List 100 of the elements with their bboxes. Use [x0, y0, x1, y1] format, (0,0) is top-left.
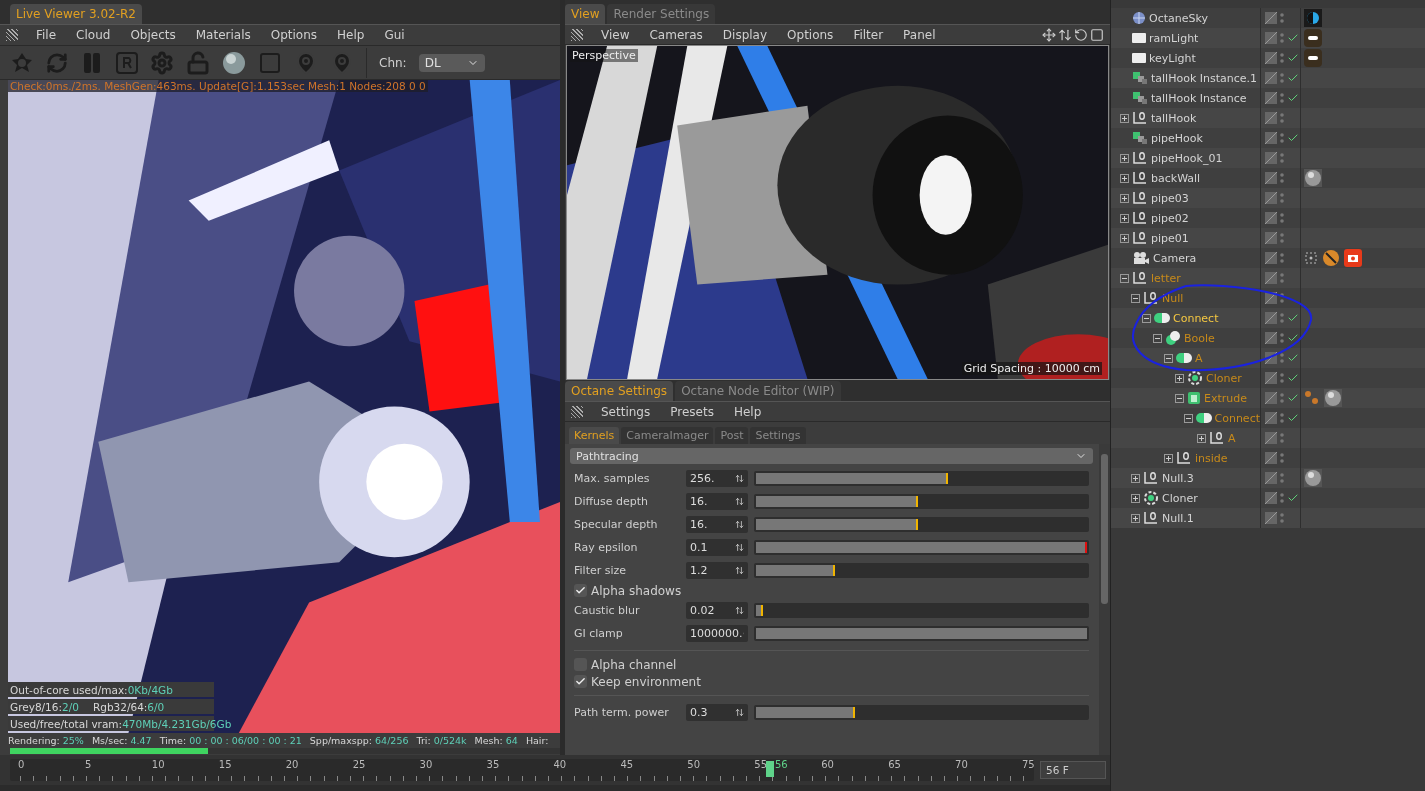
object-row[interactable]: Null.1 [1111, 508, 1425, 528]
settings-tab[interactable]: Kernels [569, 427, 620, 444]
layer-icon[interactable] [1265, 332, 1277, 344]
menu-item[interactable]: Help [725, 404, 770, 419]
number-field[interactable]: 1000000. [686, 625, 748, 642]
layer-icon[interactable] [1265, 172, 1277, 184]
object-row[interactable]: inside [1111, 448, 1425, 468]
layer-icon[interactable] [1265, 372, 1277, 384]
layer-icon[interactable] [1265, 12, 1277, 24]
expander-icon[interactable] [1164, 453, 1173, 463]
object-row[interactable]: pipe03 [1111, 188, 1425, 208]
number-field[interactable]: 0.3 [686, 704, 748, 721]
layer-icon[interactable] [1265, 312, 1277, 324]
check-icon[interactable] [1287, 72, 1299, 84]
check-icon[interactable] [1287, 52, 1299, 64]
grip-icon[interactable] [571, 405, 583, 418]
expander-icon[interactable] [1183, 413, 1193, 423]
dots-icon[interactable] [1280, 292, 1284, 304]
layer-icon[interactable] [1265, 232, 1277, 244]
dots-icon[interactable] [1280, 332, 1284, 344]
panel-tab[interactable]: Live Viewer 3.02-R2 [10, 4, 142, 24]
spinner-icon[interactable] [735, 520, 744, 529]
expander-icon[interactable] [1120, 113, 1129, 123]
layer-icon[interactable] [1265, 72, 1277, 84]
checkbox[interactable] [574, 675, 587, 688]
dots-icon[interactable] [1280, 52, 1284, 64]
kernel-dropdown[interactable]: Pathtracing [570, 448, 1093, 464]
object-row[interactable]: pipe02 [1111, 208, 1425, 228]
slider-track[interactable] [754, 603, 1089, 618]
layer-icon[interactable] [1265, 212, 1277, 224]
dots-icon[interactable] [1280, 392, 1284, 404]
dots-icon[interactable] [1280, 172, 1284, 184]
object-row[interactable]: Null [1111, 288, 1425, 308]
slider-marker[interactable] [833, 565, 836, 576]
slider-marker[interactable] [945, 473, 948, 484]
layer-icon[interactable] [1265, 392, 1277, 404]
spinner-icon[interactable] [735, 474, 744, 483]
object-row[interactable]: Connect [1111, 408, 1425, 428]
check-icon[interactable] [1287, 492, 1299, 504]
object-row[interactable]: Null.3 [1111, 468, 1425, 488]
menu-item[interactable]: File [28, 28, 65, 42]
menu-item[interactable]: Cloud [68, 28, 119, 42]
check-icon[interactable] [1287, 32, 1299, 44]
unlock-icon[interactable] [186, 50, 210, 75]
layer-icon[interactable] [1265, 32, 1277, 44]
object-row[interactable]: Cloner [1111, 488, 1425, 508]
layer-icon[interactable] [1265, 252, 1277, 264]
dots-icon[interactable] [1280, 192, 1284, 204]
settings-tab[interactable]: CameraImager [621, 427, 714, 444]
expander-icon[interactable] [1120, 153, 1129, 163]
layer-icon[interactable] [1265, 512, 1277, 524]
dots-icon[interactable] [1280, 232, 1284, 244]
dots-icon[interactable] [1280, 372, 1284, 384]
number-field[interactable]: 256. [686, 470, 748, 487]
dots-icon[interactable] [1280, 352, 1284, 364]
object-row[interactable]: Boole [1111, 328, 1425, 348]
checkbox[interactable] [574, 584, 587, 597]
dots-icon[interactable] [1280, 72, 1284, 84]
spinner-icon[interactable] [735, 497, 744, 506]
spinner-icon[interactable] [735, 566, 744, 575]
layer-icon[interactable] [1265, 452, 1277, 464]
panel-tab[interactable]: View [565, 4, 606, 24]
check-icon[interactable] [1287, 92, 1299, 104]
timeline-ruler[interactable] [10, 759, 1034, 781]
settings-tab[interactable]: Settings [750, 427, 806, 444]
arrow-up-down-icon[interactable] [1058, 27, 1072, 42]
expander-icon[interactable] [1120, 193, 1129, 203]
expander-icon[interactable] [1153, 333, 1162, 343]
check-icon[interactable] [1287, 332, 1299, 344]
expander-icon[interactable] [1175, 393, 1184, 403]
dots-icon[interactable] [1280, 432, 1284, 444]
r-square-icon[interactable] [116, 51, 138, 74]
refresh-icon[interactable] [46, 51, 68, 74]
square-icon[interactable] [258, 50, 282, 75]
sphere-icon[interactable] [222, 50, 246, 75]
dots-icon[interactable] [1280, 112, 1284, 124]
settings-icon[interactable] [150, 50, 174, 75]
dots-icon[interactable] [1280, 412, 1284, 424]
menu-item[interactable]: Settings [593, 404, 659, 419]
object-row[interactable]: ramLight [1111, 28, 1425, 48]
menu-item[interactable]: Objects [122, 28, 184, 42]
move-icon[interactable] [1042, 27, 1056, 42]
slider-marker[interactable] [760, 605, 763, 616]
menu-item[interactable]: Options [779, 27, 842, 42]
menu-item[interactable]: View [593, 27, 638, 42]
check-icon[interactable] [1287, 352, 1299, 364]
dots-icon[interactable] [1280, 132, 1284, 144]
frame-field[interactable]: 56 F [1040, 761, 1106, 779]
slider-track[interactable] [754, 563, 1089, 578]
expander-icon[interactable] [1175, 373, 1184, 383]
object-row[interactable]: pipeHook [1111, 128, 1425, 148]
slider-track[interactable] [754, 705, 1089, 720]
layer-icon[interactable] [1265, 472, 1277, 484]
check-icon[interactable] [1287, 412, 1299, 424]
expander-icon[interactable] [1131, 473, 1140, 483]
slider-track[interactable] [754, 471, 1089, 486]
expander-icon[interactable] [1120, 233, 1129, 243]
panel-tab[interactable]: Octane Settings [565, 381, 674, 401]
dots-icon[interactable] [1280, 492, 1284, 504]
menu-item[interactable]: Materials [187, 28, 259, 42]
